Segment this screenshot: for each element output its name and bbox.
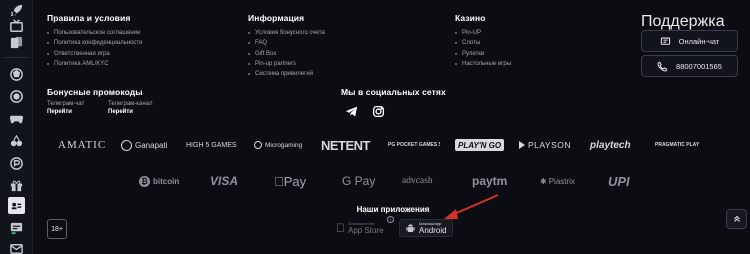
android-label: Android [419,225,447,235]
casino-link[interactable]: Рулетки [455,49,511,59]
rocket-icon[interactable] [8,2,25,19]
info-link[interactable]: Gift Box [248,49,325,59]
bitcoin-icon: ₿ [139,175,150,187]
phone-icon [657,61,668,71]
info-link[interactable]: FAQ [248,38,325,48]
promo-label: Телеграм-канал [108,101,153,107]
social-icons [345,105,385,118]
ganapati-emblem-icon [121,139,132,151]
rules-link[interactable]: Политика AML/KYC [47,59,143,69]
playson-play-icon [519,141,525,149]
provider-logo[interactable]: Ganapati [121,137,167,153]
rules-link[interactable]: Ответственная игра [47,49,143,59]
gift-icon[interactable] [8,177,25,194]
info-title: Информация [248,13,305,23]
phone-button[interactable]: 88007001565 [641,55,738,77]
info-icon[interactable]: i [387,216,394,223]
promo-link[interactable]: Перейти [47,109,84,115]
rules-title: Правила и условия [47,13,131,23]
promo-title: Бонусные промокоды [47,87,143,97]
tv-icon[interactable] [8,18,25,35]
casino-link[interactable]: Pin-UP [455,28,511,38]
provider-logo[interactable]: NETENT [321,137,371,153]
provider-logo[interactable]: PRAGMATIC PLAY [655,137,699,153]
promo-telegram-chat: Телеграм-чат Перейти [47,101,84,115]
provider-logo[interactable]: playtech [590,137,631,153]
double-chevron-up-icon [733,215,740,222]
payment-logo[interactable]: paytm [472,174,507,188]
rail-divider [4,57,29,58]
instagram-icon[interactable] [372,105,385,118]
provider-logo[interactable]: AMATIC [58,137,106,153]
sports-icon[interactable] [8,66,25,83]
payment-logo[interactable]: ✱ Piastrix [540,174,575,188]
gamepad-icon[interactable] [8,110,25,127]
info-link[interactable]: Система привилегий [248,69,325,79]
android-icon [406,223,415,232]
pin-up-icon[interactable] [8,155,25,172]
online-chat-button[interactable]: Онлайн-чат [641,30,738,52]
mail-icon[interactable] [8,240,25,254]
payment-logo[interactable]: VISA [210,174,238,188]
apple-icon:  [336,222,345,234]
provider-logo[interactable]: PG POCKET GAMES SOFT [388,137,440,153]
info-link[interactable]: Условия бонусного счета [248,28,325,38]
cards-icon[interactable] [8,34,25,51]
age-badge: 18+ [47,219,67,239]
promo-link[interactable]: Перейти [108,109,153,115]
promo-chat-icon[interactable] [8,219,25,236]
chat-icon [660,37,670,45]
phone-label: 88007001565 [676,61,722,71]
payment-logo[interactable]: advcash [402,174,433,188]
apple-icon:  [274,174,284,189]
payment-logo[interactable]:  Pay [274,174,306,189]
telegram-icon[interactable] [345,105,358,118]
annotation-arrow [444,194,499,219]
casino-link[interactable]: Слоты [455,38,511,48]
left-icon-rail [0,0,33,254]
provider-logo[interactable]: Microgaming [254,137,302,153]
casino-title: Казино [455,13,486,23]
payment-logo[interactable]: UPI [608,174,630,189]
app-store-label: App Store [339,225,384,235]
promo-telegram-channel: Телеграм-канал Перейти [108,101,153,115]
scroll-top-button[interactable] [726,209,747,229]
rules-link[interactable]: Политика конфиденциальности [47,38,143,48]
info-column: Информация Условия бонусного счета FAQ G… [248,13,325,79]
provider-logo[interactable]: PLAY'N GO [455,139,505,151]
fruit-icon[interactable] [8,133,25,150]
online-chat-label: Онлайн-чат [678,36,720,46]
provider-logo[interactable]: HIGH 5 GAMES [186,137,237,153]
piastrix-star-icon: ✱ [540,176,547,186]
apps-title: Наши приложения [356,205,430,214]
app-store-button[interactable]:  Download on the App Store [331,219,389,237]
promo-label: Телеграм-чат [47,101,85,107]
info-link[interactable]: Pin-up partners [248,59,325,69]
provider-logo[interactable]: PLAYSON [519,137,571,153]
rules-link[interactable]: Пользовательское соглашение [47,28,143,38]
live-icon[interactable] [8,88,25,105]
casino-column: Казино Pin-UP Слоты Рулетки Настольные и… [455,13,511,69]
microgaming-emblem-icon [254,141,262,149]
payment-logo[interactable]: G Pay [342,174,375,188]
casino-link[interactable]: Настольные игры [455,59,511,69]
rules-column: Правила и условия Пользовательское согла… [47,13,143,69]
payment-logo[interactable]: ₿ bitcoin [139,174,179,188]
social-title: Мы в социальных сетях [341,87,446,97]
